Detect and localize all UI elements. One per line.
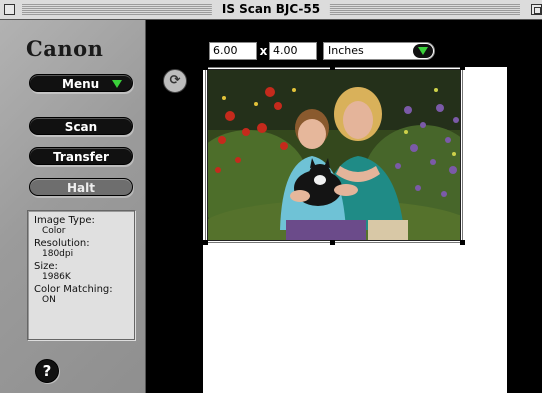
- triangle-down-icon: [112, 80, 122, 88]
- transfer-button[interactable]: Transfer: [29, 147, 133, 165]
- size-label: Size:: [34, 261, 58, 272]
- color-matching-value: ON: [42, 295, 56, 305]
- triangle-down-icon[interactable]: [413, 44, 433, 58]
- crop-handle[interactable]: [330, 240, 335, 245]
- height-field[interactable]: 4.00: [269, 42, 317, 60]
- color-matching-label: Color Matching:: [34, 284, 113, 295]
- crop-handle[interactable]: [203, 240, 208, 245]
- width-field[interactable]: 6.00: [209, 42, 257, 60]
- halt-button[interactable]: Halt: [29, 178, 133, 196]
- menu-button-label: Menu: [62, 77, 100, 91]
- crop-handle[interactable]: [330, 65, 335, 70]
- help-button[interactable]: ?: [35, 359, 59, 383]
- resolution-label: Resolution:: [34, 238, 90, 249]
- units-value: Inches: [328, 44, 364, 57]
- control-panel: Canon Menu Scan Transfer Halt Image Type…: [0, 20, 146, 393]
- dimension-separator: x: [259, 44, 268, 58]
- resolution-value: 180dpi: [42, 249, 74, 259]
- zoom-box[interactable]: [531, 4, 542, 15]
- rotate-icon[interactable]: ⟳: [163, 69, 187, 93]
- image-type-label: Image Type:: [34, 215, 95, 226]
- canon-logo: Canon: [26, 36, 104, 61]
- scanner-window: IS Scan BJC-55 Canon Menu Scan Transfer …: [0, 0, 542, 393]
- scan-button[interactable]: Scan: [29, 117, 133, 135]
- size-value: 1986K: [42, 272, 71, 282]
- crop-handle[interactable]: [460, 65, 465, 70]
- menu-button[interactable]: Menu: [29, 74, 133, 92]
- crop-selection[interactable]: [203, 65, 465, 245]
- units-select[interactable]: Inches: [323, 42, 435, 60]
- image-info-box: Image Type: Color Resolution: 180dpi Siz…: [27, 210, 135, 340]
- title-bar[interactable]: IS Scan BJC-55: [0, 0, 542, 20]
- crop-handle[interactable]: [460, 240, 465, 245]
- crop-handle[interactable]: [203, 65, 208, 70]
- window-title: IS Scan BJC-55: [211, 1, 331, 18]
- close-box[interactable]: [4, 4, 15, 15]
- image-type-value: Color: [42, 226, 66, 236]
- preview-area: 6.00 x 4.00 Inches ⟳: [146, 20, 542, 393]
